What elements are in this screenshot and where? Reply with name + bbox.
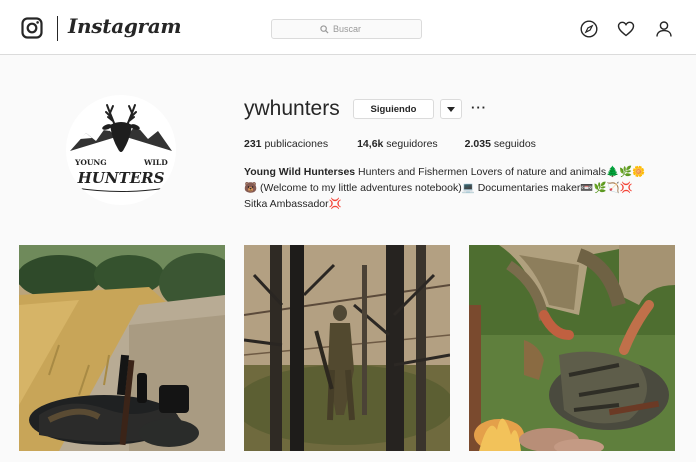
bio-line-1: Young Wild Hunterses Hunters and Fisherm… — [244, 164, 684, 180]
posts-label: publicaciones — [264, 138, 329, 150]
followers-count[interactable]: 14,6k — [357, 138, 383, 150]
post-image-hunter-with-fire — [469, 245, 675, 451]
profile-avatar[interactable]: YOUNG WILD HUNTERS — [66, 95, 176, 205]
suggestions-dropdown-button[interactable] — [440, 99, 462, 119]
heart-icon[interactable] — [617, 20, 635, 38]
compass-icon[interactable] — [580, 20, 598, 38]
followers-stat[interactable]: 14,6k seguidores — [357, 138, 438, 150]
logo-text-wild: WILD — [143, 158, 168, 167]
logo-divider — [57, 16, 58, 41]
following-button[interactable]: Siguiendo — [353, 99, 434, 119]
profile-bio: Young Wild Hunterses Hunters and Fisherm… — [244, 164, 684, 212]
more-options-button[interactable]: ··· — [471, 100, 487, 115]
caret-down-icon — [447, 106, 455, 112]
bio-text-1: Hunters and Fishermen Lovers of nature a… — [355, 166, 646, 178]
posts-count: 231 — [244, 138, 262, 150]
search-box[interactable] — [271, 19, 422, 39]
profile-stats: 231 publicaciones 14,6k seguidores 2.035… — [244, 138, 536, 150]
search-icon — [320, 24, 329, 34]
followers-label[interactable]: seguidores — [386, 138, 437, 150]
following-label[interactable]: seguidos — [494, 138, 536, 150]
post-thumbnail[interactable] — [244, 245, 450, 451]
bio-line-3: Sitka Ambassador💢 — [244, 198, 342, 210]
profile-username: ywhunters — [244, 97, 340, 120]
posts-stat: 231 publicaciones — [244, 138, 328, 150]
post-image-rifle-on-path — [19, 245, 225, 451]
profile-full-name: Young Wild Hunterses — [244, 166, 356, 178]
following-stat[interactable]: 2.035 seguidos — [465, 138, 536, 150]
post-image-hunter-in-forest — [244, 245, 450, 451]
logo-text-young: YOUNG — [74, 158, 107, 167]
search-input[interactable] — [333, 24, 373, 34]
top-nav: Instagram — [0, 0, 696, 55]
instagram-camera-icon[interactable] — [21, 17, 43, 39]
following-count[interactable]: 2.035 — [465, 138, 491, 150]
bio-line-2: 🐻 (Welcome to my little adventures noteb… — [244, 182, 633, 194]
logo-text-hunters: HUNTERS — [77, 169, 165, 187]
instagram-wordmark[interactable]: Instagram — [68, 14, 182, 38]
post-thumbnail[interactable] — [19, 245, 225, 451]
user-icon[interactable] — [655, 20, 673, 38]
post-thumbnail[interactable] — [469, 245, 675, 451]
young-wild-hunters-logo: YOUNG WILD HUNTERS — [70, 104, 172, 192]
